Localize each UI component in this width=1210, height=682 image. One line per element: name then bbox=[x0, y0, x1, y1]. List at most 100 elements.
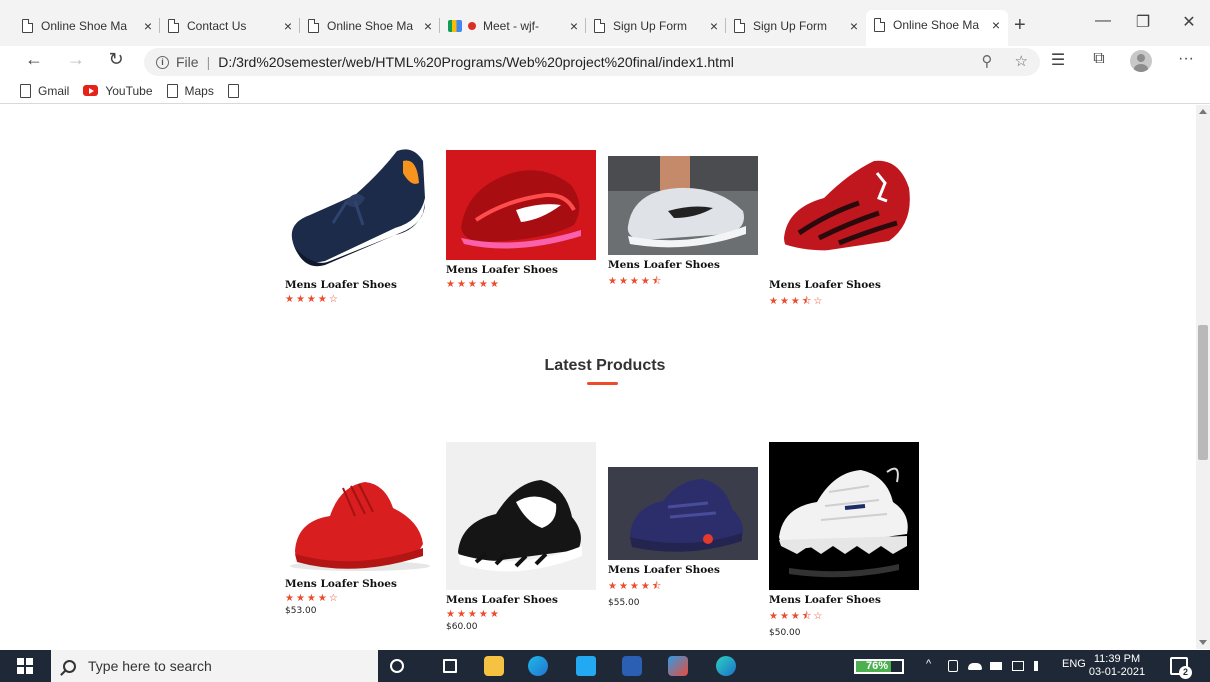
product-card[interactable]: Mens Loafer Shoes ★★★★⯪ bbox=[608, 156, 758, 291]
address-bar[interactable]: i File | D:/3rd%20semester/web/HTML%20Pr… bbox=[144, 48, 1040, 76]
edge-beta-icon[interactable] bbox=[716, 656, 736, 676]
notification-icon[interactable]: 2 bbox=[1170, 657, 1192, 679]
product-card[interactable]: Mens Loafer Shoes ★★★★⯪ $55.00 bbox=[608, 467, 758, 608]
rating-stars: ★★★⯪☆ bbox=[769, 296, 825, 307]
collections-icon[interactable]: ⧉ bbox=[1087, 50, 1111, 68]
file-explorer-icon[interactable] bbox=[484, 656, 504, 676]
page-icon bbox=[20, 83, 31, 98]
product-card[interactable]: Mens Loafer Shoes ★★★⯪☆ $50.00 bbox=[769, 442, 919, 638]
product-name[interactable]: Mens Loafer Shoes bbox=[769, 594, 919, 606]
product-card[interactable]: Mens Loafer Shoes ★★★★☆ $53.00 bbox=[285, 466, 435, 616]
tray-chevron-icon[interactable]: ^ bbox=[926, 658, 931, 670]
edge-icon[interactable] bbox=[528, 656, 548, 676]
page-scrollbar[interactable] bbox=[1196, 105, 1210, 649]
close-icon[interactable]: × bbox=[992, 17, 1000, 33]
product-image[interactable] bbox=[608, 156, 758, 255]
cloud-icon[interactable] bbox=[968, 663, 982, 670]
product-image[interactable] bbox=[446, 150, 596, 260]
restore-button[interactable]: ❐ bbox=[1128, 12, 1158, 32]
back-button[interactable]: ← bbox=[22, 49, 46, 70]
tab-sign-up-1[interactable]: Sign Up Form × bbox=[586, 12, 726, 39]
start-button[interactable] bbox=[17, 658, 33, 674]
close-icon[interactable]: × bbox=[424, 18, 432, 34]
onedrive-icon[interactable] bbox=[948, 660, 958, 672]
product-image[interactable] bbox=[769, 442, 919, 590]
favorite-star-icon[interactable]: ☆ bbox=[1015, 52, 1028, 70]
product-image[interactable] bbox=[285, 143, 435, 275]
network-icon[interactable] bbox=[1012, 661, 1024, 671]
product-name[interactable]: Mens Loafer Shoes bbox=[608, 564, 758, 576]
bookmark-youtube[interactable]: YouTube bbox=[83, 84, 153, 98]
vscode-icon[interactable] bbox=[576, 656, 596, 676]
system-clock[interactable]: 11:39 PM 03-01-2021 bbox=[1088, 653, 1146, 679]
page-icon bbox=[734, 18, 745, 33]
task-view-icon[interactable] bbox=[443, 659, 457, 673]
product-image[interactable] bbox=[608, 467, 758, 560]
product-image[interactable] bbox=[285, 466, 435, 574]
clock-time: 11:39 PM bbox=[1093, 653, 1141, 665]
close-icon[interactable]: × bbox=[850, 18, 858, 34]
close-icon[interactable]: × bbox=[284, 18, 292, 34]
notification-count: 2 bbox=[1179, 666, 1192, 679]
language-indicator[interactable]: ENG bbox=[1062, 658, 1086, 670]
minimize-button[interactable]: — bbox=[1088, 12, 1118, 30]
tab-sign-up-2[interactable]: Sign Up Form × bbox=[726, 12, 866, 39]
tab-online-shoe-2[interactable]: Online Shoe Ma × bbox=[300, 12, 440, 39]
product-name[interactable]: Mens Loafer Shoes bbox=[608, 259, 758, 271]
page-icon bbox=[308, 18, 319, 33]
more-menu-icon[interactable]: ··· bbox=[1174, 50, 1198, 68]
section-title-latest: Latest Products bbox=[544, 357, 666, 374]
profile-avatar[interactable] bbox=[1130, 50, 1152, 72]
favorites-bar-icon[interactable]: ☰ bbox=[1046, 50, 1070, 70]
page-icon bbox=[168, 18, 179, 33]
rating-stars: ★★★★⯪ bbox=[608, 581, 664, 592]
bookmark-untitled[interactable] bbox=[227, 83, 246, 98]
refresh-button[interactable]: ↻ bbox=[104, 49, 128, 70]
product-card[interactable]: Mens Loafer Shoes ★★★★★ $60.00 bbox=[446, 442, 596, 632]
product-card[interactable]: Mens Loafer Shoes ★★★★☆ bbox=[285, 143, 435, 305]
search-icon bbox=[63, 659, 76, 673]
meet-icon bbox=[448, 19, 462, 32]
product-card[interactable]: Mens Loafer Shoes ★★★★★ bbox=[446, 150, 596, 290]
rating-stars: ★★★★☆ bbox=[285, 593, 340, 604]
rating-stars: ★★★★☆ bbox=[285, 294, 340, 305]
product-image[interactable] bbox=[769, 143, 919, 275]
close-icon[interactable]: × bbox=[710, 18, 718, 34]
scroll-down-icon[interactable] bbox=[1199, 640, 1207, 645]
bookmark-label: Gmail bbox=[38, 83, 70, 98]
close-icon[interactable]: × bbox=[144, 18, 152, 34]
product-name[interactable]: Mens Loafer Shoes bbox=[446, 264, 596, 276]
rating-stars: ★★★★★ bbox=[446, 279, 501, 290]
close-window-button[interactable]: ✕ bbox=[1174, 12, 1204, 32]
product-name[interactable]: Mens Loafer Shoes bbox=[769, 279, 919, 291]
product-image[interactable] bbox=[446, 442, 596, 590]
volume-muted-icon[interactable] bbox=[1034, 661, 1046, 671]
tab-title: Online Shoe Ma bbox=[893, 18, 980, 32]
url-text[interactable]: D:/3rd%20semester/web/HTML%20Programs/We… bbox=[218, 54, 734, 70]
tab-online-shoe-active[interactable]: Online Shoe Ma × bbox=[866, 10, 1008, 46]
tab-contact-us[interactable]: Contact Us × bbox=[160, 12, 300, 39]
taskbar-search[interactable]: Type here to search bbox=[51, 650, 378, 682]
new-tab-button[interactable]: + bbox=[1014, 14, 1026, 37]
cortana-icon[interactable] bbox=[390, 659, 404, 673]
tab-online-shoe-1[interactable]: Online Shoe Ma × bbox=[14, 12, 160, 39]
bookmark-gmail[interactable]: Gmail bbox=[20, 83, 70, 98]
product-card[interactable]: Mens Loafer Shoes ★★★⯪☆ bbox=[769, 143, 919, 311]
scrollbar-thumb[interactable] bbox=[1198, 325, 1208, 460]
app-icon[interactable] bbox=[668, 656, 688, 676]
monitor-icon[interactable] bbox=[990, 662, 1002, 670]
forward-button[interactable]: → bbox=[64, 49, 88, 70]
product-price: $53.00 bbox=[285, 606, 317, 616]
word-icon[interactable] bbox=[622, 656, 642, 676]
close-icon[interactable]: × bbox=[570, 18, 578, 34]
scroll-up-icon[interactable] bbox=[1199, 109, 1207, 114]
product-name[interactable]: Mens Loafer Shoes bbox=[285, 279, 435, 291]
bookmark-maps[interactable]: Maps bbox=[166, 83, 214, 98]
zoom-icon[interactable]: ⚲ bbox=[982, 52, 993, 70]
battery-indicator[interactable]: 76% bbox=[854, 659, 904, 674]
product-name[interactable]: Mens Loafer Shoes bbox=[446, 594, 596, 606]
product-name[interactable]: Mens Loafer Shoes bbox=[285, 578, 435, 590]
tab-meet[interactable]: Meet - wjf- × bbox=[440, 12, 586, 39]
info-icon[interactable]: i bbox=[156, 55, 169, 69]
tab-title: Sign Up Form bbox=[753, 18, 828, 33]
